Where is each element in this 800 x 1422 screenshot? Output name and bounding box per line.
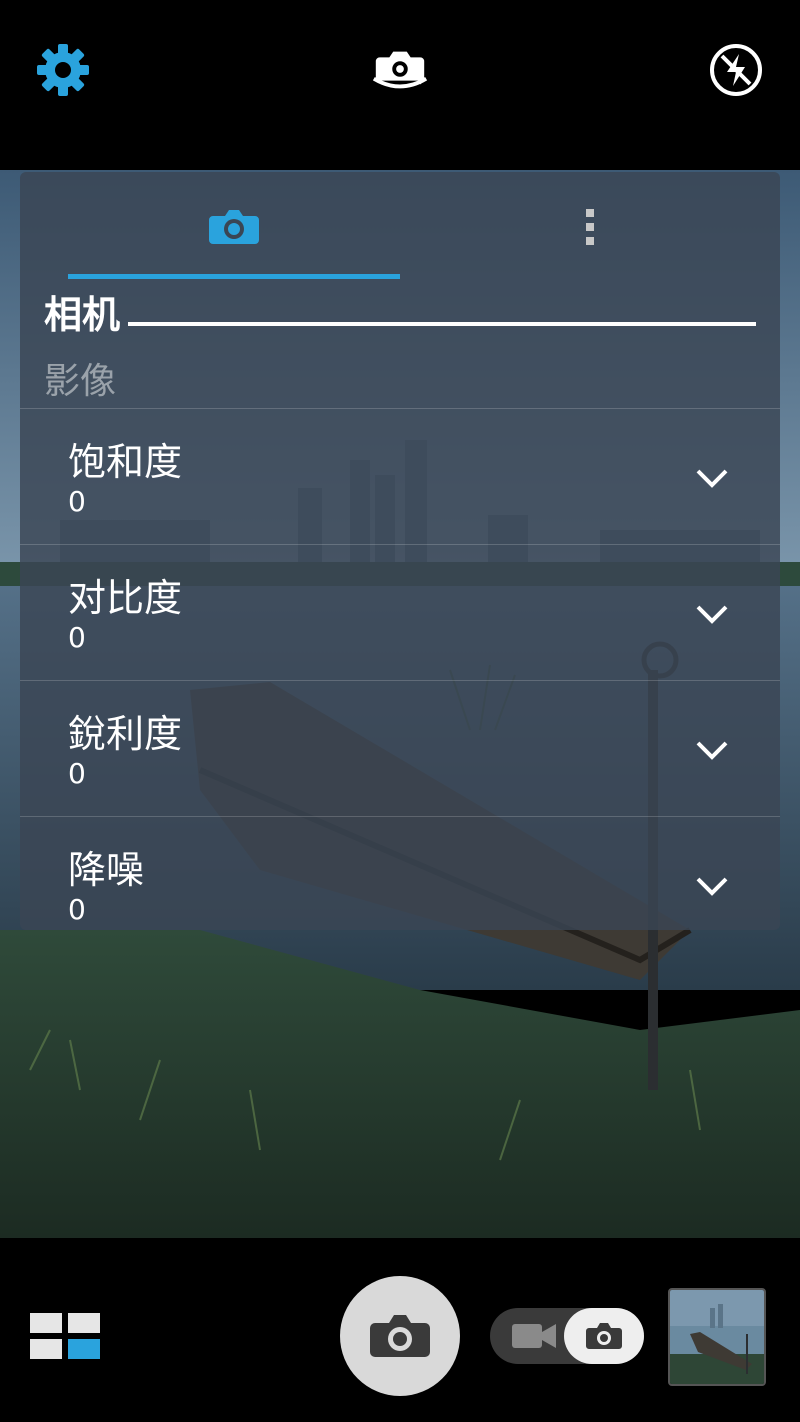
thumbnail-image — [670, 1290, 764, 1384]
gallery-thumbnail[interactable] — [668, 1288, 766, 1386]
mode-grid-icon[interactable] — [30, 1313, 104, 1361]
section-title: 相机 — [44, 293, 121, 337]
mode-grid-cell-active — [68, 1339, 100, 1359]
chevron-down-icon[interactable] — [692, 729, 732, 769]
setting-saturation[interactable]: 饱和度 0 — [20, 408, 780, 544]
more-vertical-icon — [586, 209, 594, 245]
video-icon — [512, 1324, 556, 1348]
setting-noise-reduction[interactable]: 降噪 0 — [20, 816, 780, 930]
active-tab-indicator — [68, 274, 400, 279]
switch-camera-icon — [372, 51, 428, 89]
setting-label: 銳利度 — [68, 712, 183, 756]
section-divider — [128, 322, 756, 326]
chevron-down-icon[interactable] — [692, 865, 732, 905]
bottom-bar — [0, 1238, 800, 1422]
gear-icon — [37, 44, 89, 96]
setting-label: 饱和度 — [68, 440, 183, 484]
mode-grid-cell — [30, 1339, 62, 1359]
chevron-down-icon[interactable] — [692, 593, 732, 633]
shutter-button[interactable] — [340, 1276, 460, 1396]
settings-button[interactable] — [33, 40, 93, 100]
tab-camera[interactable] — [68, 172, 400, 282]
setting-value: 0 — [68, 757, 86, 790]
shutter-camera-icon — [370, 1315, 430, 1357]
photo-toggle-icon — [586, 1323, 622, 1349]
photo-toggle-knob[interactable] — [564, 1308, 644, 1364]
settings-list: 饱和度 0 对比度 0 銳利度 0 降噪 0 — [20, 408, 780, 930]
settings-panel: 相机 影像 饱和度 0 对比度 0 銳利度 0 降噪 0 — [20, 172, 780, 930]
camera-icon — [209, 210, 259, 244]
setting-label: 降噪 — [68, 848, 145, 892]
setting-value: 0 — [68, 621, 86, 654]
setting-value: 0 — [68, 893, 86, 926]
chevron-down-icon[interactable] — [692, 457, 732, 497]
setting-value: 0 — [68, 485, 86, 518]
setting-label: 对比度 — [68, 576, 183, 620]
tab-more[interactable] — [560, 172, 620, 282]
mode-grid-cell — [30, 1313, 62, 1333]
photo-video-toggle[interactable] — [490, 1308, 644, 1364]
mode-grid-cell — [68, 1313, 100, 1333]
flash-off-icon — [710, 44, 762, 96]
setting-contrast[interactable]: 对比度 0 — [20, 544, 780, 680]
settings-tabs — [20, 172, 780, 282]
switch-camera-button[interactable] — [370, 40, 430, 100]
setting-sharpness[interactable]: 銳利度 0 — [20, 680, 780, 816]
top-bar — [0, 0, 800, 170]
section-subtitle: 影像 — [44, 361, 117, 402]
flash-button[interactable] — [706, 40, 766, 100]
